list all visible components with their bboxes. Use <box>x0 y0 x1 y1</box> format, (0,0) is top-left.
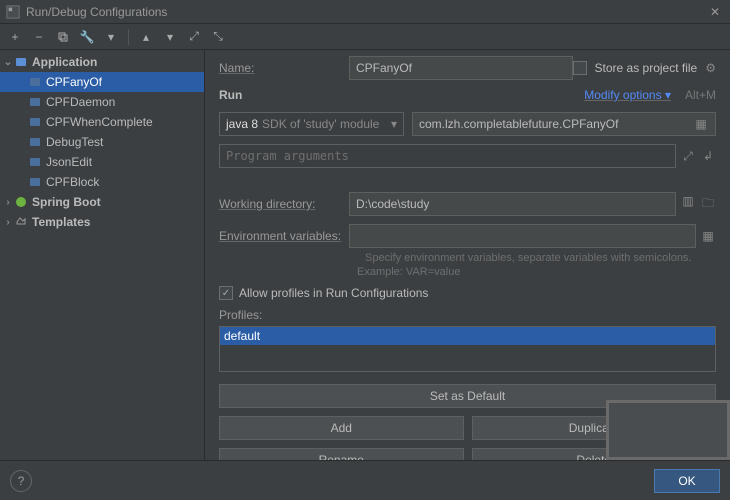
allow-profiles-checkbox[interactable] <box>219 286 233 300</box>
chevron-right-icon[interactable]: › <box>2 197 14 208</box>
chevron-right-icon[interactable]: › <box>2 217 14 228</box>
tree-label: JsonEdit <box>46 155 92 169</box>
name-input[interactable] <box>349 56 573 80</box>
tree-label: Spring Boot <box>32 195 101 209</box>
modify-shortcut: Alt+M <box>685 88 716 102</box>
tree-label: CPFanyOf <box>46 75 102 89</box>
tree-node-cpfblock[interactable]: CPFBlock <box>0 172 204 192</box>
tree-label: Templates <box>32 215 90 229</box>
add-config-button[interactable]: + <box>6 28 24 46</box>
templates-icon <box>14 215 28 229</box>
store-label: Store as project file <box>595 61 698 75</box>
tree-node-spring-boot[interactable]: › Spring Boot <box>0 192 204 212</box>
sdk-rest: SDK of 'study' module <box>262 117 379 131</box>
run-section-title: Run <box>219 88 242 102</box>
gear-icon[interactable]: ⚙ <box>705 61 716 75</box>
folder-icon[interactable]: ▥ <box>680 194 696 215</box>
chevron-down-icon: ▾ <box>391 117 397 131</box>
tree-label: DebugTest <box>46 135 103 149</box>
separator <box>128 29 129 45</box>
env-hint: Specify environment variables, separate … <box>357 252 692 278</box>
expand-icon[interactable]: ⤢ <box>680 149 696 164</box>
env-input[interactable] <box>349 224 696 248</box>
edit-templates-button[interactable]: 🔧 <box>78 28 96 46</box>
main-class-input[interactable]: com.lzh.completablefuture.CPFanyOf ▦ <box>412 112 716 136</box>
config-tree[interactable]: ⌄ Application CPFanyOf CPFDaemon CPFWhen… <box>0 50 205 460</box>
tree-node-jsonedit[interactable]: JsonEdit <box>0 152 204 172</box>
copy-config-button[interactable] <box>54 28 72 46</box>
title-bar: Run/Debug Configurations ✕ <box>0 0 730 24</box>
wd-label: Working directory: <box>219 197 349 211</box>
move-down-button[interactable]: ▾ <box>161 28 179 46</box>
tree-node-debugtest[interactable]: DebugTest <box>0 132 204 152</box>
allow-profiles-label: Allow profiles in Run Configurations <box>239 286 428 300</box>
tree-label: Application <box>32 55 97 69</box>
tree-node-cpfanyof[interactable]: CPFanyOf <box>0 72 204 92</box>
tree-label: CPFWhenComplete <box>46 115 153 129</box>
help-button[interactable]: ? <box>10 470 32 492</box>
sdk-prefix: java 8 <box>226 117 258 131</box>
insert-macro-icon[interactable]: ↲ <box>700 149 716 164</box>
run-config-icon <box>28 115 42 129</box>
tree-label: CPFBlock <box>46 175 99 189</box>
run-config-icon <box>28 75 42 89</box>
collapse-tree-button[interactable]: ⤡ <box>209 28 227 46</box>
modify-options-link[interactable]: Modify options ▾ <box>584 88 671 102</box>
add-button[interactable]: Add <box>219 416 464 440</box>
name-label: Name: <box>219 61 349 75</box>
env-label: Environment variables: <box>219 229 349 243</box>
spring-icon <box>14 195 28 209</box>
tree-node-application[interactable]: ⌄ Application <box>0 52 204 72</box>
run-config-icon <box>28 95 42 109</box>
run-config-icon <box>28 135 42 149</box>
store-checkbox[interactable] <box>573 61 587 75</box>
window-title: Run/Debug Configurations <box>26 5 706 19</box>
sdk-select[interactable]: java 8 SDK of 'study' module ▾ <box>219 112 404 136</box>
overlay-thumbnail <box>606 400 730 460</box>
dropdown-icon[interactable]: ▾ <box>102 28 120 46</box>
run-config-icon <box>28 155 42 169</box>
app-icon <box>6 5 20 19</box>
profiles-label: Profiles: <box>219 308 716 322</box>
browse-folder-icon[interactable]: 🗀 <box>700 194 716 215</box>
remove-config-button[interactable]: − <box>30 28 48 46</box>
browse-icon[interactable]: ▦ <box>693 117 709 131</box>
main-class-value: com.lzh.completablefuture.CPFanyOf <box>419 117 618 131</box>
tree-label: CPFDaemon <box>46 95 115 109</box>
tree-toolbar: + − 🔧 ▾ ▴ ▾ ⤢ ⤡ <box>0 24 730 50</box>
expand-tree-button[interactable]: ⤢ <box>185 28 203 46</box>
application-icon <box>14 55 28 69</box>
run-config-icon <box>28 175 42 189</box>
close-icon[interactable]: ✕ <box>706 5 724 19</box>
profiles-list[interactable]: default <box>219 326 716 372</box>
wd-input[interactable] <box>349 192 676 216</box>
move-up-button[interactable]: ▴ <box>137 28 155 46</box>
tree-node-cpfwhencomplete[interactable]: CPFWhenComplete <box>0 112 204 132</box>
edit-env-icon[interactable]: ▦ <box>700 229 716 243</box>
dialog-footer: ? OK <box>0 460 730 500</box>
program-args-input[interactable] <box>219 144 676 168</box>
config-form: Name: Store as project file ⚙ Run Modify… <box>205 50 730 460</box>
tree-node-cpfdaemon[interactable]: CPFDaemon <box>0 92 204 112</box>
chevron-down-icon[interactable]: ⌄ <box>2 57 14 68</box>
ok-button[interactable]: OK <box>654 469 720 493</box>
tree-node-templates[interactable]: › Templates <box>0 212 204 232</box>
profile-item-default[interactable]: default <box>220 327 715 345</box>
rename-button[interactable]: Rename <box>219 448 464 460</box>
